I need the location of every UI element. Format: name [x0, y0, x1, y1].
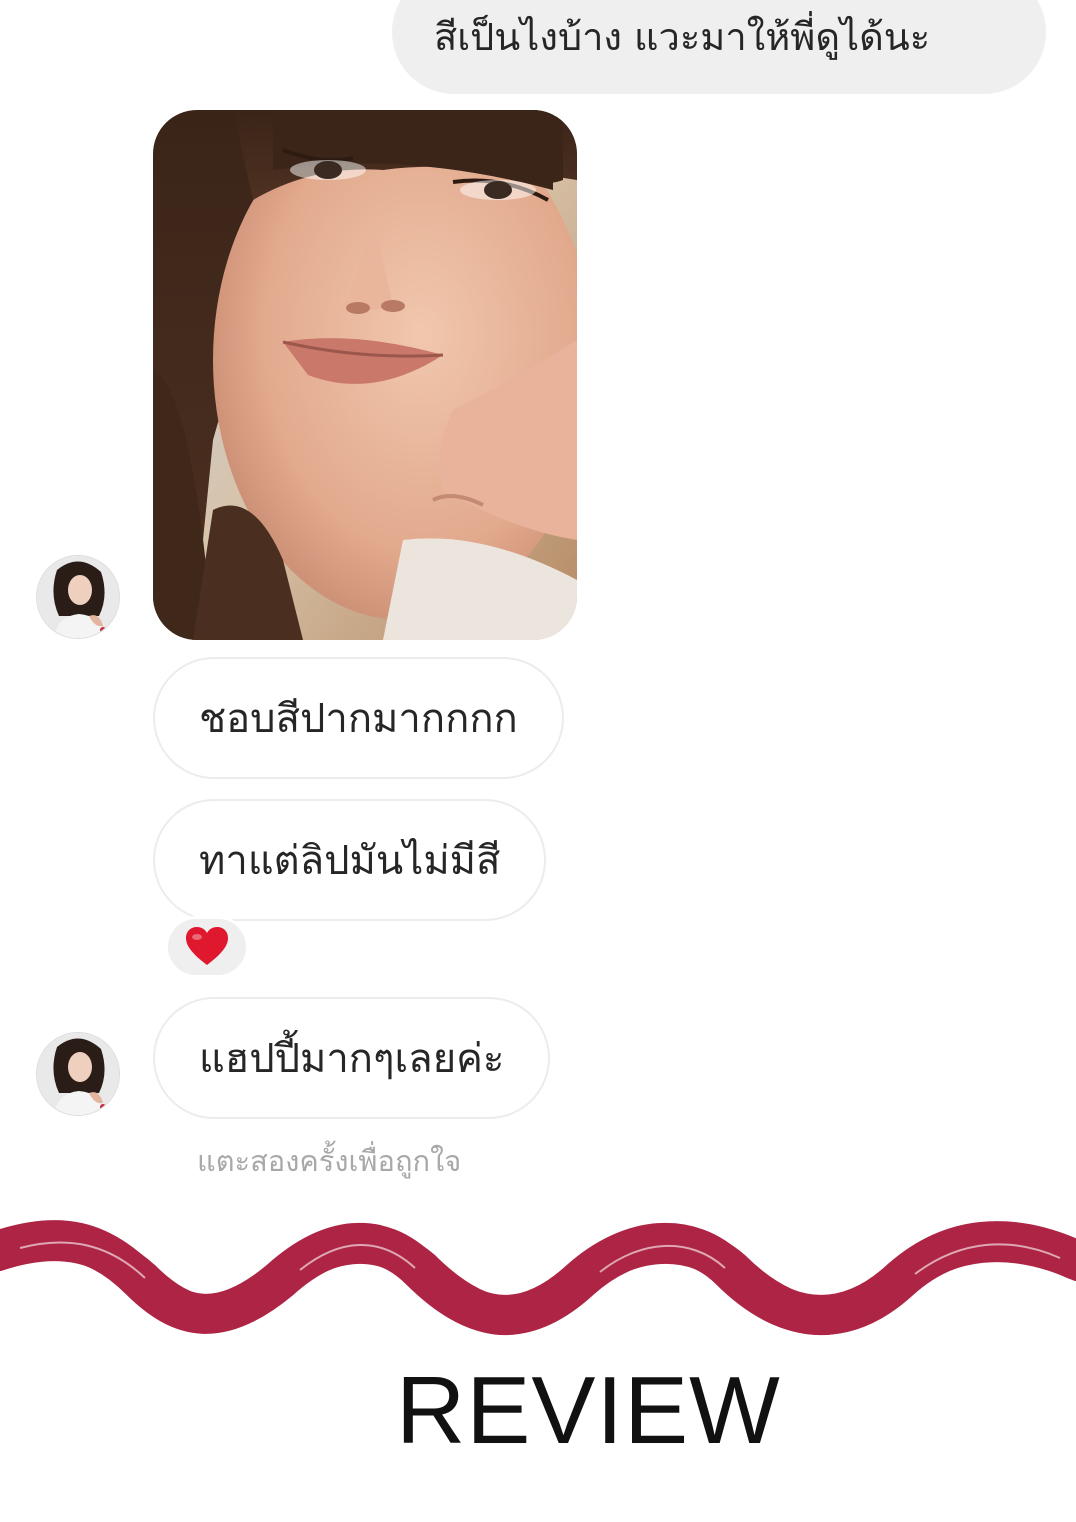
heart-reaction[interactable]: [165, 916, 249, 978]
message-text: ทาแต่ลิปมันไม่มีสี: [199, 838, 501, 884]
double-tap-hint: แตะสองครั้งเพื่อถูกใจ: [197, 1144, 462, 1178]
received-message-bubble[interactable]: ชอบสีปากมากกกก: [153, 657, 564, 779]
message-text: แฮปปี้มากๆเลยค่ะ: [199, 1036, 505, 1082]
sent-message-text: สีเป็นไงบ้าง แวะมาให้พี่ดูได้นะ: [434, 15, 931, 59]
message-text: ชอบสีปากมากกกก: [199, 696, 518, 742]
brush-stroke-decoration: [0, 1220, 1076, 1336]
avatar-image: [37, 1033, 119, 1115]
sender-avatar[interactable]: [36, 555, 120, 639]
sent-message-bubble[interactable]: สีเป็นไงบ้าง แวะมาให้พี่ดูได้นะ: [392, 0, 1046, 94]
avatar-image: [37, 556, 119, 638]
selfie-photo[interactable]: [153, 110, 577, 640]
selfie-image: [153, 110, 577, 640]
sender-avatar[interactable]: [36, 1032, 120, 1116]
received-message-bubble[interactable]: แฮปปี้มากๆเลยค่ะ: [153, 997, 551, 1119]
review-title: REVIEW: [396, 1357, 781, 1464]
received-message-bubble[interactable]: ทาแต่ลิปมันไม่มีสี: [153, 799, 547, 921]
heart-icon: [186, 927, 228, 965]
